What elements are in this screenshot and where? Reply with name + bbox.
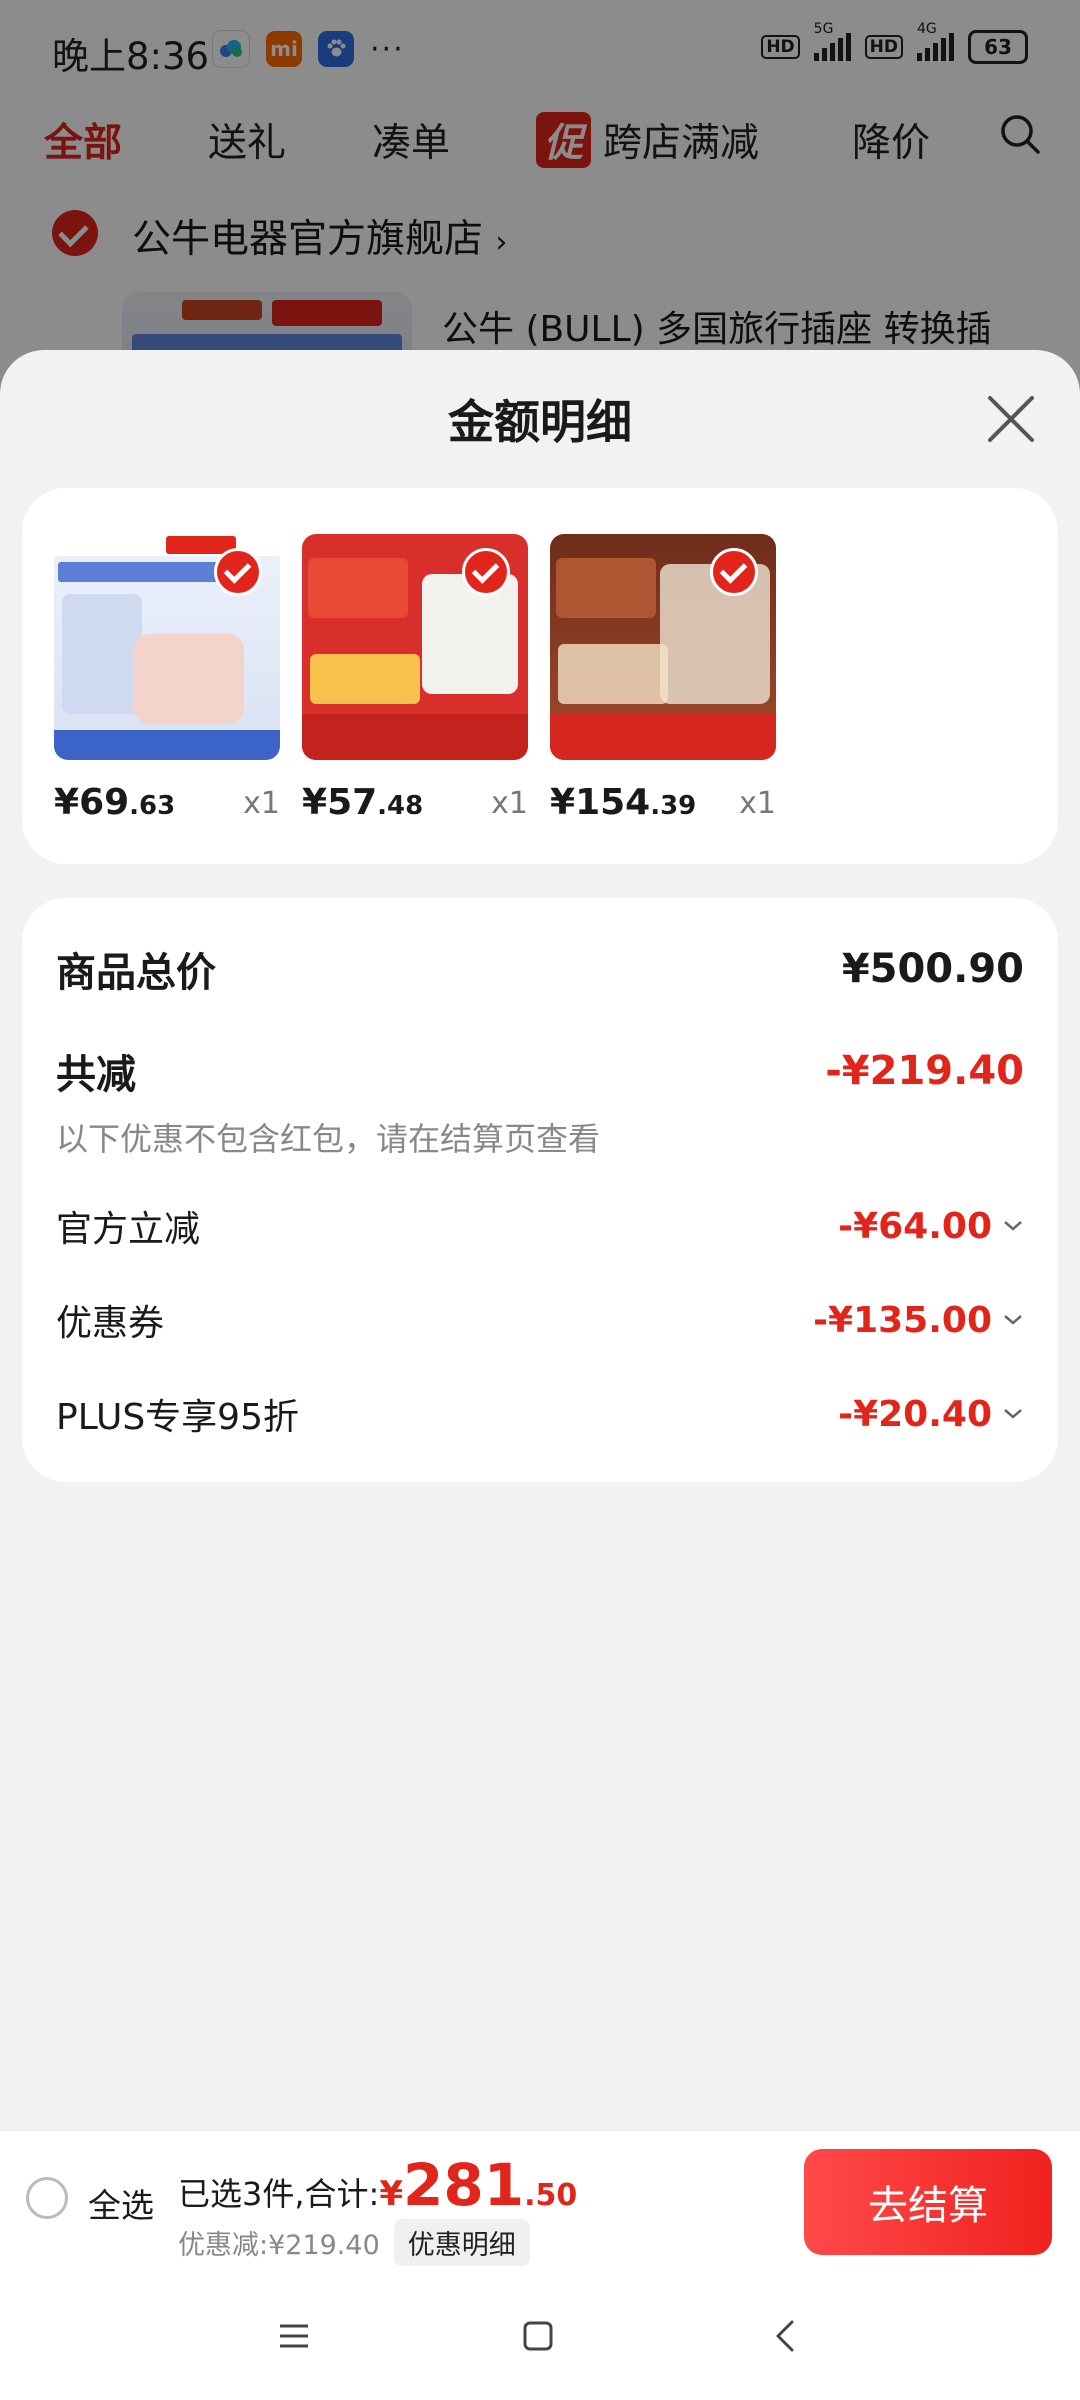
item-price: ¥69.63 [54,782,175,823]
discount-amount: -¥135.00 [813,1299,992,1341]
discount-summary: 优惠减:¥219.40 优惠明细 [178,2219,530,2266]
item-price-dec: .48 [377,791,424,821]
chevron-down-icon[interactable] [1002,1407,1024,1421]
item-price: ¥57.48 [302,782,423,823]
item-price-int: 154 [575,782,651,823]
discount-value: -¥64.00 [838,1206,1024,1247]
item-currency: ¥ [550,782,576,823]
amount-detail-sheet: 金额明细 ¥69.63 x1 ¥57.48 x1 ¥154.39 x1 商品总价… [0,350,1080,2130]
close-icon[interactable] [984,392,1038,446]
discount-value: -¥135.00 [813,1300,1024,1341]
total-reduce-row: 共减 -¥219.40 [56,1042,1024,1100]
item-checked-icon[interactable] [214,548,262,596]
selected-total: 已选3件,合计:¥281.50 [178,2151,577,2219]
item-checked-icon[interactable] [462,548,510,596]
system-nav-bar [0,2272,1080,2400]
discount-label: 优惠券 [56,1303,165,1344]
discount-label: 官方立减 [56,1209,201,1250]
total-int: 281 [403,2151,525,2219]
item-price-dec: .39 [650,791,697,821]
selected-item-3[interactable]: ¥154.39 x1 [550,534,776,823]
chevron-down-icon[interactable] [1002,1313,1024,1327]
discount-line-official[interactable]: 官方立减 -¥64.00 [56,1200,1024,1252]
select-all-label[interactable]: 全选 [88,2179,154,2227]
discount-detail-button[interactable]: 优惠明细 [393,2219,530,2266]
item-checked-icon[interactable] [710,548,758,596]
discount-summary-text: 优惠减:¥219.40 [178,2230,380,2261]
total-price-label: 商品总价 [56,950,216,996]
discount-label: PLUS专享95折 [56,1397,299,1438]
total-dec: .50 [524,2178,578,2213]
item-quantity: x1 [491,786,528,821]
select-all-radio[interactable] [26,2177,68,2219]
item-price-int: 69 [79,782,130,823]
selected-count-text: 已选3件,合计: [178,2175,380,2213]
home-icon[interactable] [518,2316,558,2356]
discount-amount: -¥64.00 [838,1205,992,1247]
discount-value: -¥20.40 [838,1394,1024,1435]
total-price-row: 商品总价 ¥500.90 [56,940,1024,998]
item-currency: ¥ [54,782,80,823]
price-summary-card: 商品总价 ¥500.90 共减 -¥219.40 以下优惠不包含红包，请在结算页… [22,898,1058,1482]
item-currency: ¥ [302,782,328,823]
selected-item-2[interactable]: ¥57.48 x1 [302,534,528,823]
chevron-down-icon[interactable] [1002,1219,1024,1233]
total-currency: ¥ [379,2174,403,2214]
menu-icon[interactable] [274,2316,314,2356]
discount-line-coupon[interactable]: 优惠券 -¥135.00 [56,1294,1024,1346]
back-icon[interactable] [766,2316,806,2356]
discount-note: 以下优惠不包含红包，请在结算页查看 [56,1120,601,1158]
checkout-button[interactable]: 去结算 [804,2149,1052,2255]
selected-items-card: ¥69.63 x1 ¥57.48 x1 ¥154.39 x1 [22,488,1058,864]
item-price-dec: .63 [129,791,176,821]
total-reduce-label: 共减 [56,1052,136,1098]
checkout-bar: 全选 已选3件,合计:¥281.50 优惠减:¥219.40 优惠明细 去结算 [0,2130,1080,2273]
total-price-value: ¥500.90 [841,946,1024,992]
item-quantity: x1 [739,786,776,821]
discount-amount: -¥20.40 [838,1393,992,1435]
item-price-int: 57 [327,782,378,823]
discount-line-plus[interactable]: PLUS专享95折 -¥20.40 [56,1388,1024,1440]
sheet-title: 金额明细 [448,395,632,449]
total-reduce-value: -¥219.40 [825,1048,1024,1094]
item-quantity: x1 [243,786,280,821]
selected-item-1[interactable]: ¥69.63 x1 [54,534,280,823]
item-price: ¥154.39 [550,782,696,823]
